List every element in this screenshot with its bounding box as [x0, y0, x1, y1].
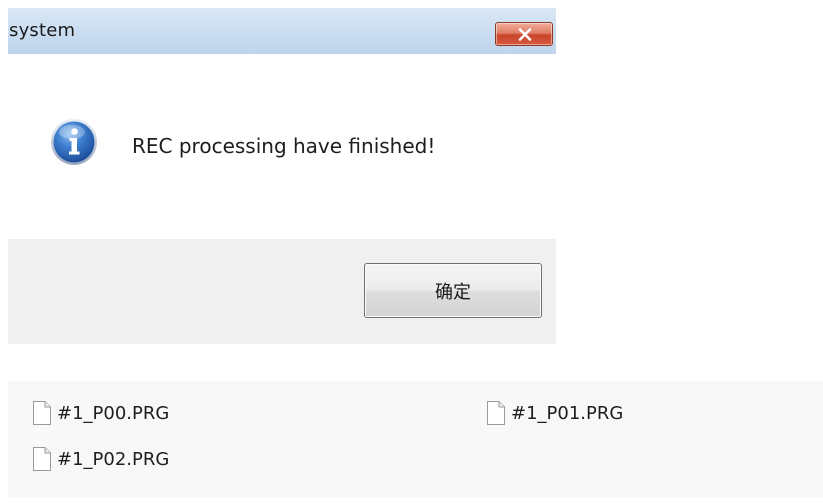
file-list: #1_P00.PRG #1_P01.PRG #1_P02.PRG: [8, 381, 823, 497]
dialog-title: system: [9, 20, 76, 41]
dialog-body: REC processing have finished!: [8, 54, 556, 239]
document-icon: [33, 401, 51, 425]
dialog-message: REC processing have finished!: [132, 134, 436, 158]
info-icon: [51, 119, 97, 165]
message-dialog: system REC processing have finished! 确定: [8, 8, 556, 344]
file-name: #1_P00.PRG: [57, 402, 170, 424]
dialog-footer: 确定: [8, 239, 556, 344]
ok-button[interactable]: 确定: [364, 263, 542, 318]
dialog-titlebar[interactable]: system: [8, 8, 556, 54]
screenshot-canvas: system REC processing have finished! 确定 …: [0, 0, 823, 504]
file-name: #1_P01.PRG: [511, 402, 624, 424]
close-button[interactable]: [495, 22, 553, 46]
file-name: #1_P02.PRG: [57, 448, 170, 470]
document-icon: [487, 401, 505, 425]
list-item[interactable]: #1_P00.PRG: [32, 398, 169, 428]
document-icon: [33, 447, 51, 471]
list-item[interactable]: #1_P01.PRG: [486, 398, 623, 428]
close-icon: [518, 28, 532, 41]
list-item[interactable]: #1_P02.PRG: [32, 444, 169, 474]
